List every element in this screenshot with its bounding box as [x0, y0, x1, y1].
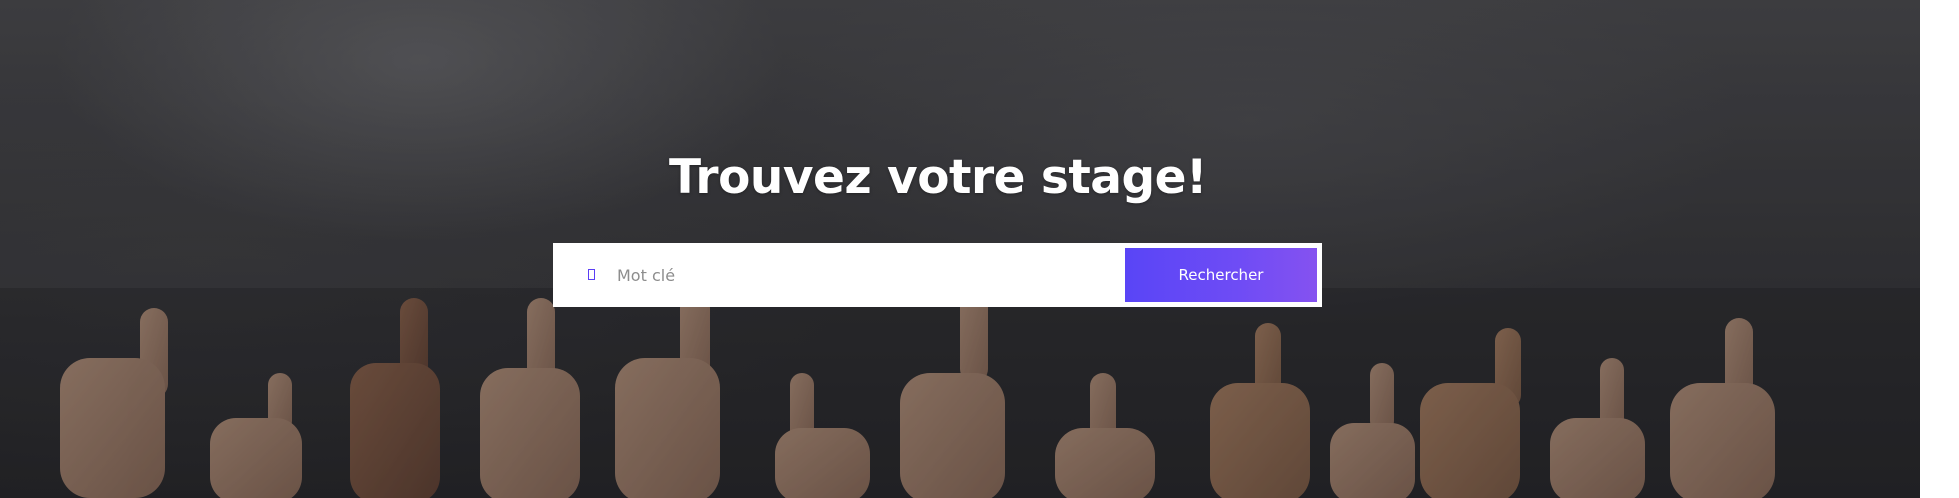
hero-title: Trouvez votre stage! [669, 150, 1207, 205]
search-button[interactable]: Rechercher [1125, 248, 1317, 302]
page-right-margin [1920, 0, 1959, 498]
search-icon [588, 269, 595, 280]
search-bar: Rechercher [553, 243, 1322, 307]
keyword-search-input[interactable] [617, 259, 1097, 291]
hero-banner: Trouvez votre stage! Rechercher [0, 0, 1920, 498]
thumbs-up-background-image [0, 288, 1920, 498]
